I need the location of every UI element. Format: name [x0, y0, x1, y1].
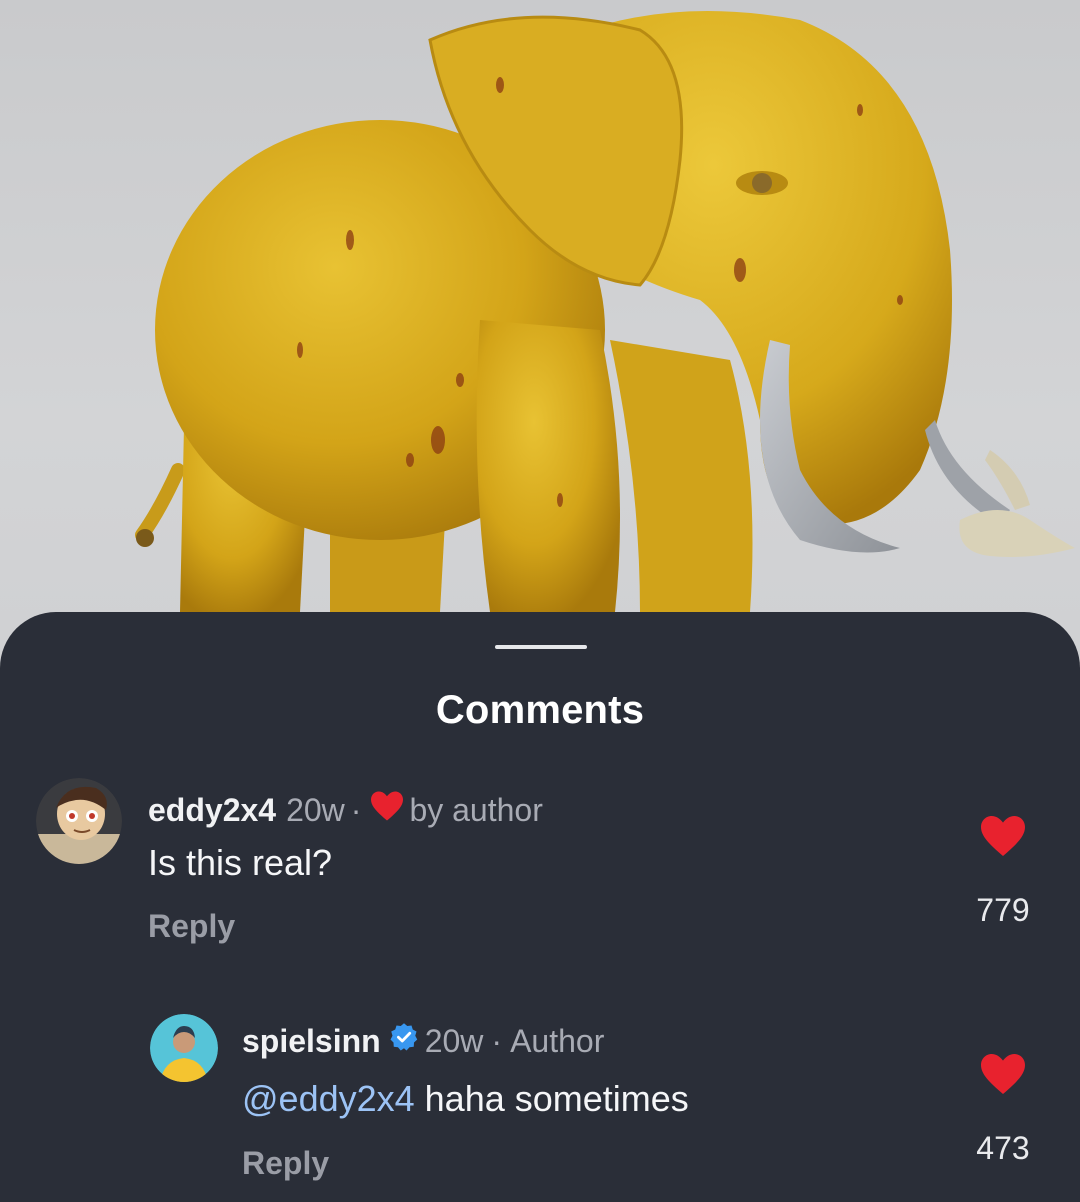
like-button[interactable]	[978, 1052, 1028, 1101]
comment-item: eddy2x4 20w · by author Is this real? Re…	[0, 762, 1080, 962]
reply-text: @eddy2x4 haha sometimes	[242, 1078, 689, 1120]
mention-link[interactable]: @eddy2x4	[242, 1078, 415, 1119]
comment-username[interactable]: eddy2x4	[148, 792, 276, 829]
comments-sheet: Comments eddy2x4 20w · by author Is this…	[0, 612, 1080, 1202]
heart-icon	[369, 790, 405, 830]
post-image	[0, 0, 1080, 700]
liked-by-author-label: by author	[409, 791, 543, 828]
heart-icon	[981, 816, 1025, 856]
reply-header: spielsinn 20w · Author	[242, 1022, 604, 1060]
avatar-photo-icon	[150, 1014, 218, 1082]
comment-text: Is this real?	[148, 842, 333, 883]
reply-item: spielsinn 20w · Author @eddy2x4 haha som…	[0, 1002, 1080, 1202]
avatar[interactable]	[36, 778, 122, 864]
like-count: 779	[976, 892, 1030, 928]
avatar-cartoon-icon	[36, 778, 122, 864]
reply-age: 20w	[424, 1022, 484, 1059]
banana-elephant-illustration	[135, 11, 1075, 612]
reply-button[interactable]: Reply	[148, 908, 235, 945]
separator-dot: ·	[350, 791, 362, 828]
verified-badge-icon	[389, 1022, 419, 1060]
like-button[interactable]	[978, 814, 1028, 863]
avatar[interactable]	[150, 1014, 218, 1082]
sheet-title: Comments	[435, 688, 645, 732]
reply-button[interactable]: Reply	[242, 1145, 329, 1182]
reply-username[interactable]: spielsinn	[242, 1023, 381, 1060]
author-label: Author	[510, 1022, 605, 1059]
like-count: 473	[976, 1130, 1030, 1166]
comment-header: eddy2x4 20w · by author	[148, 790, 543, 830]
drag-handle[interactable]	[495, 645, 587, 649]
heart-icon	[981, 1054, 1025, 1094]
separator-dot: ·	[491, 1022, 503, 1059]
comment-age: 20w	[286, 791, 345, 828]
reply-text-body: haha sometimes	[414, 1078, 689, 1119]
